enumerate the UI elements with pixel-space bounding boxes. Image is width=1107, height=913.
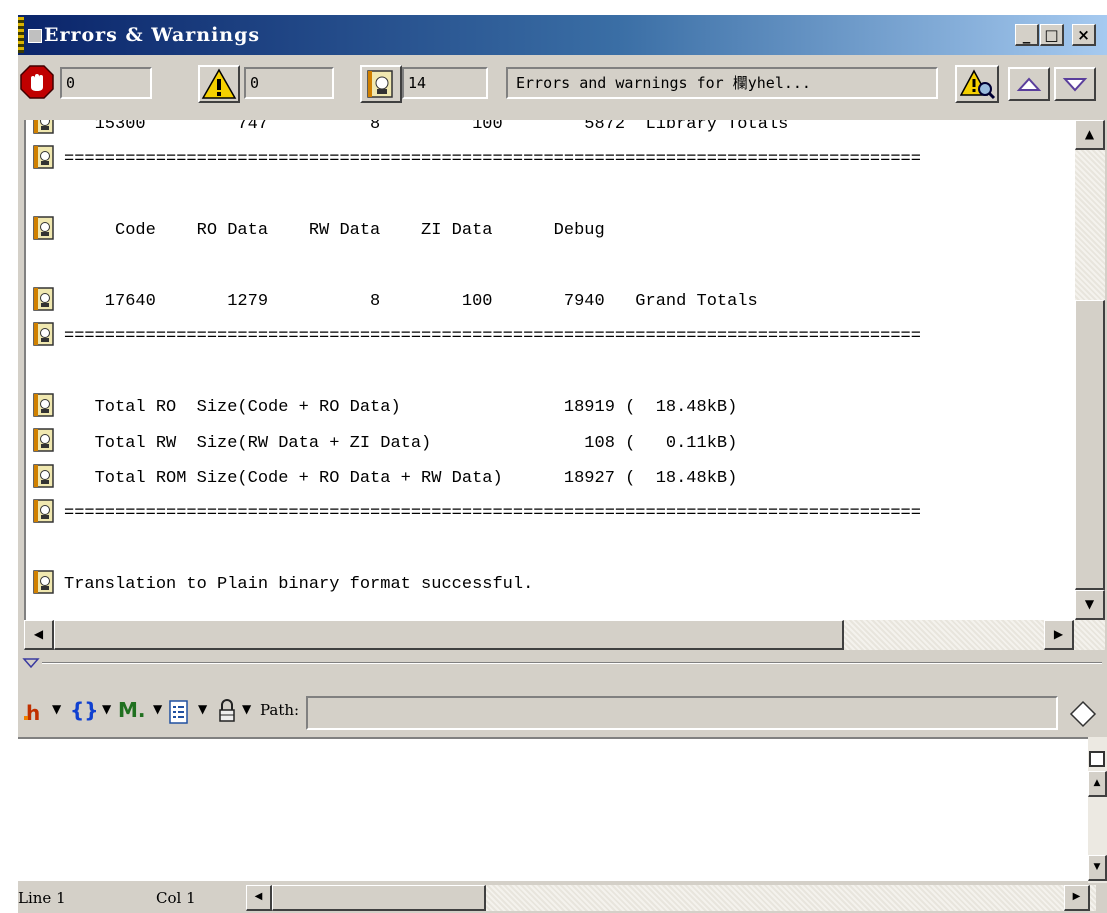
info-note-icon xyxy=(32,463,56,488)
output-line-text: ========================================… xyxy=(64,504,921,524)
next-arrow-icon xyxy=(1062,78,1088,92)
scroll-right-button[interactable]: ▶ xyxy=(1044,620,1074,650)
minimize-button[interactable]: _ xyxy=(1015,24,1039,46)
split-window-icon[interactable] xyxy=(1089,751,1105,767)
output-line[interactable]: 17640 1279 8 100 7940 Grand Totals xyxy=(32,286,758,317)
output-line[interactable]: Total RW Size(RW Data + ZI Data) 108 ( 0… xyxy=(32,428,738,459)
marker-dropdown-arrow-icon[interactable]: ▼ xyxy=(153,702,162,716)
info-note-icon xyxy=(32,392,56,417)
status-bar: Line 1 Col 1 ◀ ▶ xyxy=(18,883,1107,913)
info-note-icon xyxy=(32,145,56,169)
scroll-left-button[interactable]: ◀ xyxy=(24,620,54,650)
output-line-text: Total ROM Size(Code + RO Data + RW Data)… xyxy=(64,469,738,488)
next-message-button[interactable] xyxy=(1054,67,1096,101)
info-note-icon xyxy=(32,569,56,594)
document-list-icon[interactable] xyxy=(168,699,190,725)
editor-vertical-scrollbar[interactable]: ▲ ▼ xyxy=(1088,737,1107,883)
editor-horizontal-scrollbar[interactable]: ◀ ▶ xyxy=(246,885,1096,911)
output-line-text: 17640 1279 8 100 7940 Grand Totals xyxy=(64,292,758,311)
document-dropdown-arrow-icon[interactable]: ▼ xyxy=(198,702,207,716)
output-line-text: Translation to Plain binary format succe… xyxy=(64,575,534,595)
output-pane[interactable]: 15300 747 8 100 5872 Library Totals =====… xyxy=(24,120,1076,620)
output-line-text: Total RW Size(RW Data + ZI Data) 108 ( 0… xyxy=(64,433,738,453)
title-bar[interactable]: Errors & Warnings _ □ × xyxy=(18,15,1107,55)
horizontal-scroll-thumb[interactable] xyxy=(54,620,844,650)
splitter-line xyxy=(42,662,1102,664)
header-file-icon[interactable]: h xyxy=(24,700,46,724)
output-line[interactable]: Total RO Size(Code + RO Data) 18919 ( 18… xyxy=(32,392,738,423)
stop-icon xyxy=(20,65,54,99)
output-line[interactable]: ========================================… xyxy=(32,322,921,352)
window-menu-icon[interactable] xyxy=(28,29,42,43)
braces-dropdown-arrow-icon[interactable]: ▼ xyxy=(102,702,111,716)
scroll-down-button[interactable]: ▼ xyxy=(1075,590,1105,620)
info-note-icon xyxy=(32,286,56,311)
output-line-text: Total RO Size(Code + RO Data) 18919 ( 18… xyxy=(64,398,738,418)
editor-scroll-right-button[interactable]: ▶ xyxy=(1064,885,1090,911)
toolbar: 0 0 14 Errors and warnings for 欄yhel... xyxy=(18,55,1107,117)
header-dropdown-arrow-icon[interactable]: ▼ xyxy=(52,702,61,716)
path-label: Path: xyxy=(260,701,300,719)
editor-scroll-left-button[interactable]: ◀ xyxy=(246,885,272,911)
output-horizontal-scrollbar[interactable]: ◀ ▶ xyxy=(24,620,1105,650)
find-warning-button[interactable] xyxy=(955,65,999,103)
output-line[interactable]: Translation to Plain binary format succe… xyxy=(32,569,534,600)
prev-arrow-icon xyxy=(1016,77,1042,91)
errors-filter-button[interactable] xyxy=(20,65,60,103)
output-line[interactable] xyxy=(32,535,64,565)
output-line[interactable]: Code RO Data RW Data ZI Data Debug xyxy=(32,215,605,246)
close-button[interactable]: × xyxy=(1072,24,1096,46)
title-grip xyxy=(18,17,24,53)
editor-scroll-up-button[interactable]: ▲ xyxy=(1088,771,1107,797)
info-count: 14 xyxy=(402,67,488,99)
output-line[interactable]: ========================================… xyxy=(32,145,921,175)
window-title: Errors & Warnings xyxy=(44,24,261,46)
marker-icon[interactable]: M. xyxy=(118,698,146,722)
scroll-up-button[interactable]: ▲ xyxy=(1075,120,1105,150)
collapse-triangle-icon[interactable] xyxy=(22,657,42,671)
output-line[interactable]: ========================================… xyxy=(32,499,921,529)
find-warning-icon xyxy=(959,69,996,100)
info-note-icon xyxy=(367,70,393,98)
output-line[interactable] xyxy=(32,181,64,211)
errors-warnings-window: Errors & Warnings _ □ × 0 0 14 Errors an… xyxy=(18,15,1107,913)
editor-toolbar: h ▼ {} ▼ M. ▼ ▼ ▼ Path: xyxy=(18,690,1107,734)
output-line[interactable]: 15300 747 8 100 5872 Library Totals xyxy=(32,120,788,140)
warnings-count: 0 xyxy=(244,67,334,99)
path-field[interactable] xyxy=(306,696,1058,730)
errors-count: 0 xyxy=(60,67,152,99)
output-line[interactable] xyxy=(32,358,64,388)
line-indicator: Line 1 xyxy=(18,889,66,907)
svg-text:h: h xyxy=(26,701,40,724)
output-line-text: Code RO Data RW Data ZI Data Debug xyxy=(64,221,605,241)
lock-dropdown-arrow-icon[interactable]: ▼ xyxy=(242,702,251,716)
pane-splitter[interactable] xyxy=(18,651,1107,679)
output-vertical-scrollbar[interactable]: ▲ ▼ xyxy=(1075,120,1105,620)
lock-icon[interactable] xyxy=(218,698,236,724)
output-line-text: 15300 747 8 100 5872 Library Totals xyxy=(64,120,789,134)
output-line-text: ========================================… xyxy=(64,327,921,347)
diamond-icon[interactable] xyxy=(1069,700,1097,728)
output-line[interactable] xyxy=(32,252,64,282)
output-line[interactable]: Total ROM Size(Code + RO Data + RW Data)… xyxy=(32,463,738,494)
maximize-button[interactable]: □ xyxy=(1040,24,1064,46)
warning-icon xyxy=(201,68,237,99)
info-filter-button[interactable] xyxy=(360,65,402,103)
editor-scroll-down-button[interactable]: ▼ xyxy=(1088,855,1107,881)
braces-icon[interactable]: {} xyxy=(70,698,98,722)
info-note-icon xyxy=(32,428,56,452)
editor-area[interactable] xyxy=(18,737,1088,881)
info-note-icon xyxy=(32,322,56,346)
output-line-text: ========================================… xyxy=(64,150,921,170)
info-note-icon xyxy=(32,215,56,240)
info-note-icon xyxy=(32,120,56,134)
warnings-filter-button[interactable] xyxy=(198,65,240,103)
filter-description: Errors and warnings for 欄yhel... xyxy=(506,67,938,99)
previous-message-button[interactable] xyxy=(1008,67,1050,101)
info-note-icon xyxy=(32,499,56,523)
column-indicator: Col 1 xyxy=(156,889,196,907)
vertical-scroll-thumb[interactable] xyxy=(1075,300,1105,590)
editor-horizontal-thumb[interactable] xyxy=(272,885,486,911)
